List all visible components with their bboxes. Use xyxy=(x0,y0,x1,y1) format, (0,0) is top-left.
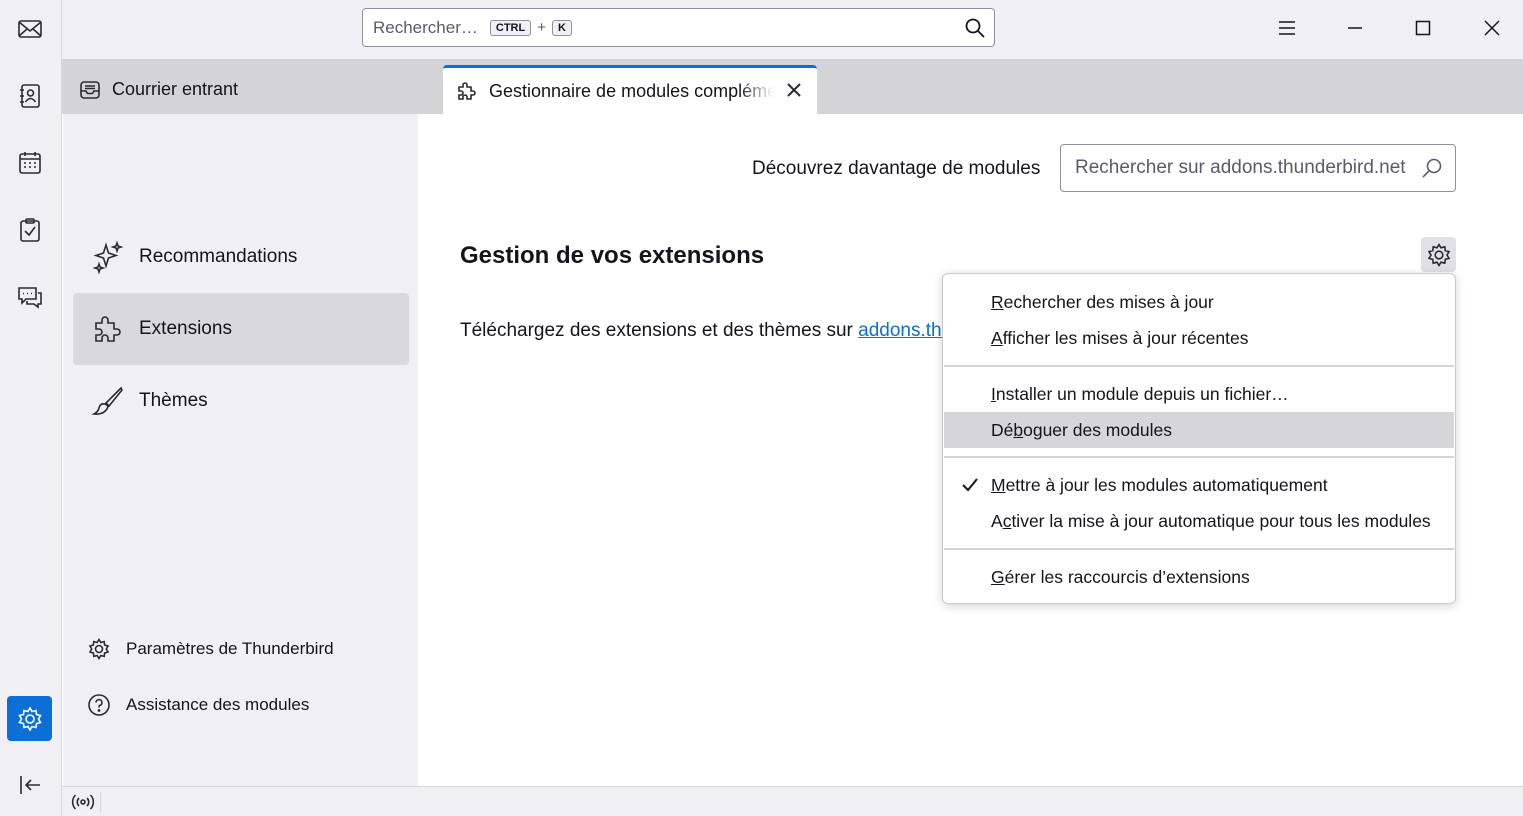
puzzle-icon xyxy=(458,82,476,100)
minimize-button[interactable] xyxy=(1337,12,1373,44)
thunderbird-settings-link[interactable]: Paramètres de Thunderbird xyxy=(87,637,334,661)
close-icon xyxy=(1484,20,1500,36)
title-bar: Rechercher… CTRL + K xyxy=(62,0,1523,59)
tasks-icon xyxy=(19,217,40,242)
menu-item-auto-update[interactable]: Mettre à jour les modules automatiquemen… xyxy=(944,467,1454,503)
amo-link[interactable]: addons.thunderbird.net xyxy=(858,320,942,341)
category-recommendations[interactable]: Recommandations xyxy=(73,221,409,293)
settings-space-button[interactable] xyxy=(7,696,52,741)
sparkle-icon xyxy=(92,240,124,274)
page-heading: Gestion de vos extensions xyxy=(460,242,765,269)
tab-addons-manager[interactable]: Gestionnaire de modules complémentaires xyxy=(443,65,817,114)
chat-icon xyxy=(17,286,42,309)
menu-separator xyxy=(944,456,1454,458)
search-icon[interactable] xyxy=(964,17,986,39)
sidelink-label: Paramètres de Thunderbird xyxy=(126,639,334,658)
inbox-icon xyxy=(80,80,100,99)
menu-item-install-from-file[interactable]: Installer un module depuis un fichier… xyxy=(944,376,1454,412)
app-menu-button[interactable] xyxy=(1269,12,1305,44)
minimize-icon xyxy=(1348,27,1362,29)
mail-space-button[interactable] xyxy=(7,6,52,51)
close-tab-button[interactable] xyxy=(783,79,805,101)
shortcut-key-k: K xyxy=(551,19,572,36)
global-search-input[interactable]: Rechercher… CTRL + K xyxy=(362,8,995,47)
collapse-spaces-button[interactable] xyxy=(7,762,52,807)
help-icon xyxy=(88,694,110,716)
collapse-sidebar-icon xyxy=(19,775,40,794)
gear-icon xyxy=(88,637,110,661)
tasks-space-button[interactable] xyxy=(7,207,52,252)
menu-item-check-updates[interactable]: Rechercher des mises à jour xyxy=(944,284,1454,320)
checkmark-icon xyxy=(962,478,978,492)
category-extensions[interactable]: Extensions xyxy=(73,293,409,365)
categories-sidebar: Recommandations Extensions Thèmes Paramè… xyxy=(63,114,418,786)
shortcut-key-ctrl: CTRL xyxy=(489,19,532,36)
maximize-button[interactable] xyxy=(1405,12,1441,44)
menu-item-debug-addons[interactable]: Déboguer des modules xyxy=(944,412,1454,448)
close-icon xyxy=(787,83,801,97)
maximize-icon xyxy=(1415,20,1431,36)
menu-item-manage-shortcuts[interactable]: Gérer les raccourcis d’extensions xyxy=(944,559,1454,595)
status-bar xyxy=(62,786,1523,816)
spaces-toolbar xyxy=(0,0,62,816)
amo-search-input[interactable]: Rechercher sur addons.thunderbird.net xyxy=(1060,144,1456,192)
addons-support-link[interactable]: Assistance des modules xyxy=(87,693,309,717)
tab-label: Courrier entrant xyxy=(112,79,239,99)
address-book-space-button[interactable] xyxy=(7,73,52,118)
menu-item-view-recent-updates[interactable]: Afficher les mises à jour récentes xyxy=(944,320,1454,356)
calendar-space-button[interactable] xyxy=(7,140,52,185)
search-icon xyxy=(1422,158,1442,178)
sidelink-label: Assistance des modules xyxy=(126,695,310,714)
gear-icon xyxy=(1427,242,1450,267)
category-label: Extensions xyxy=(139,318,232,339)
online-status-button[interactable] xyxy=(70,792,101,812)
amo-search-placeholder: Rechercher sur addons.thunderbird.net xyxy=(1075,157,1406,178)
broadcast-icon xyxy=(71,794,95,810)
calendar-icon xyxy=(18,151,41,174)
chat-space-button[interactable] xyxy=(7,274,52,319)
shortcut-plus: + xyxy=(537,19,546,36)
tab-label: Gestionnaire de modules complémentaires xyxy=(489,80,773,101)
puzzle-icon xyxy=(95,316,121,342)
category-themes[interactable]: Thèmes xyxy=(73,365,409,437)
hamburger-menu-icon xyxy=(1279,21,1295,35)
discover-more-label: Découvrez davantage de modules xyxy=(752,158,1041,179)
gear-icon xyxy=(17,705,42,732)
paintbrush-icon xyxy=(91,386,123,415)
menu-item-enable-auto-update-all[interactable]: Activer la mise à jour automatique pour … xyxy=(944,503,1454,539)
menu-separator xyxy=(944,365,1454,367)
menu-separator xyxy=(944,548,1454,550)
address-book-icon xyxy=(19,83,40,108)
tools-dropdown-menu: Rechercher des mises à jour Afficher les… xyxy=(942,273,1456,604)
description-text: Téléchargez des extensions et des thèmes… xyxy=(460,320,942,342)
tab-inbox[interactable]: Courrier entrant xyxy=(78,65,438,114)
tools-menu-button[interactable] xyxy=(1421,237,1456,272)
category-label: Thèmes xyxy=(139,390,208,411)
close-window-button[interactable] xyxy=(1474,12,1510,44)
category-label: Recommandations xyxy=(139,246,298,267)
mail-icon xyxy=(17,19,42,38)
search-placeholder: Rechercher… xyxy=(373,17,478,37)
tab-bar: Courrier entrant Gestionnaire de modules… xyxy=(62,59,1523,114)
